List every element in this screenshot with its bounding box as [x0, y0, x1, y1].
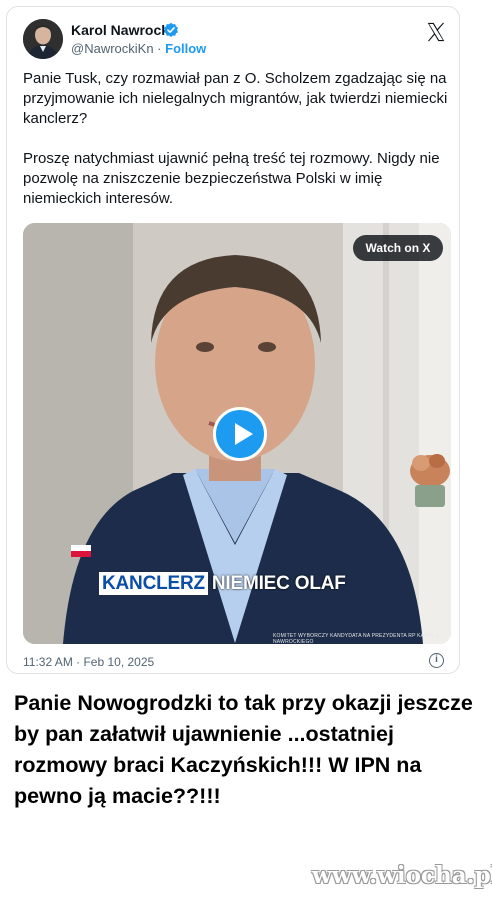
video-player[interactable]: Watch on X KANCLERZ NIEMIEC OLAF KOMITET …	[23, 223, 451, 644]
x-logo-icon[interactable]	[425, 21, 447, 43]
meme-comment: Panie Nowogrodzki to tak przy okazji jes…	[14, 691, 473, 808]
author-handle[interactable]: @NawrockiKn	[71, 41, 154, 56]
handle-line: @NawrockiKn · Follow	[71, 41, 206, 56]
author-name[interactable]: Karol Nawrocki	[71, 22, 173, 38]
video-credit: KOMITET WYBORCZY KANDYDATA NA PREZYDENTA…	[273, 633, 439, 644]
handle-separator: ·	[153, 41, 166, 56]
video-caption: KANCLERZ NIEMIEC OLAF	[99, 572, 350, 595]
caption-highlight: KANCLERZ	[99, 572, 208, 595]
site-watermark: www.wiocha.pl	[312, 862, 492, 889]
tweet-card: Karol Nawrocki @NawrockiKn · Follow Pani…	[6, 6, 460, 674]
caption-rest: NIEMIEC OLAF	[211, 573, 346, 594]
tweet-timestamp[interactable]: 11:32 AM · Feb 10, 2025	[23, 655, 154, 669]
play-button-icon[interactable]	[213, 407, 267, 461]
info-icon[interactable]: i	[429, 653, 444, 668]
watch-on-x-button[interactable]: Watch on X	[353, 235, 443, 261]
avatar[interactable]	[23, 19, 63, 59]
follow-button[interactable]: Follow	[165, 41, 206, 56]
verified-badge-icon	[164, 22, 178, 37]
tweet-text: Panie Tusk, czy rozmawiał pan z O. Schol…	[23, 70, 448, 207]
